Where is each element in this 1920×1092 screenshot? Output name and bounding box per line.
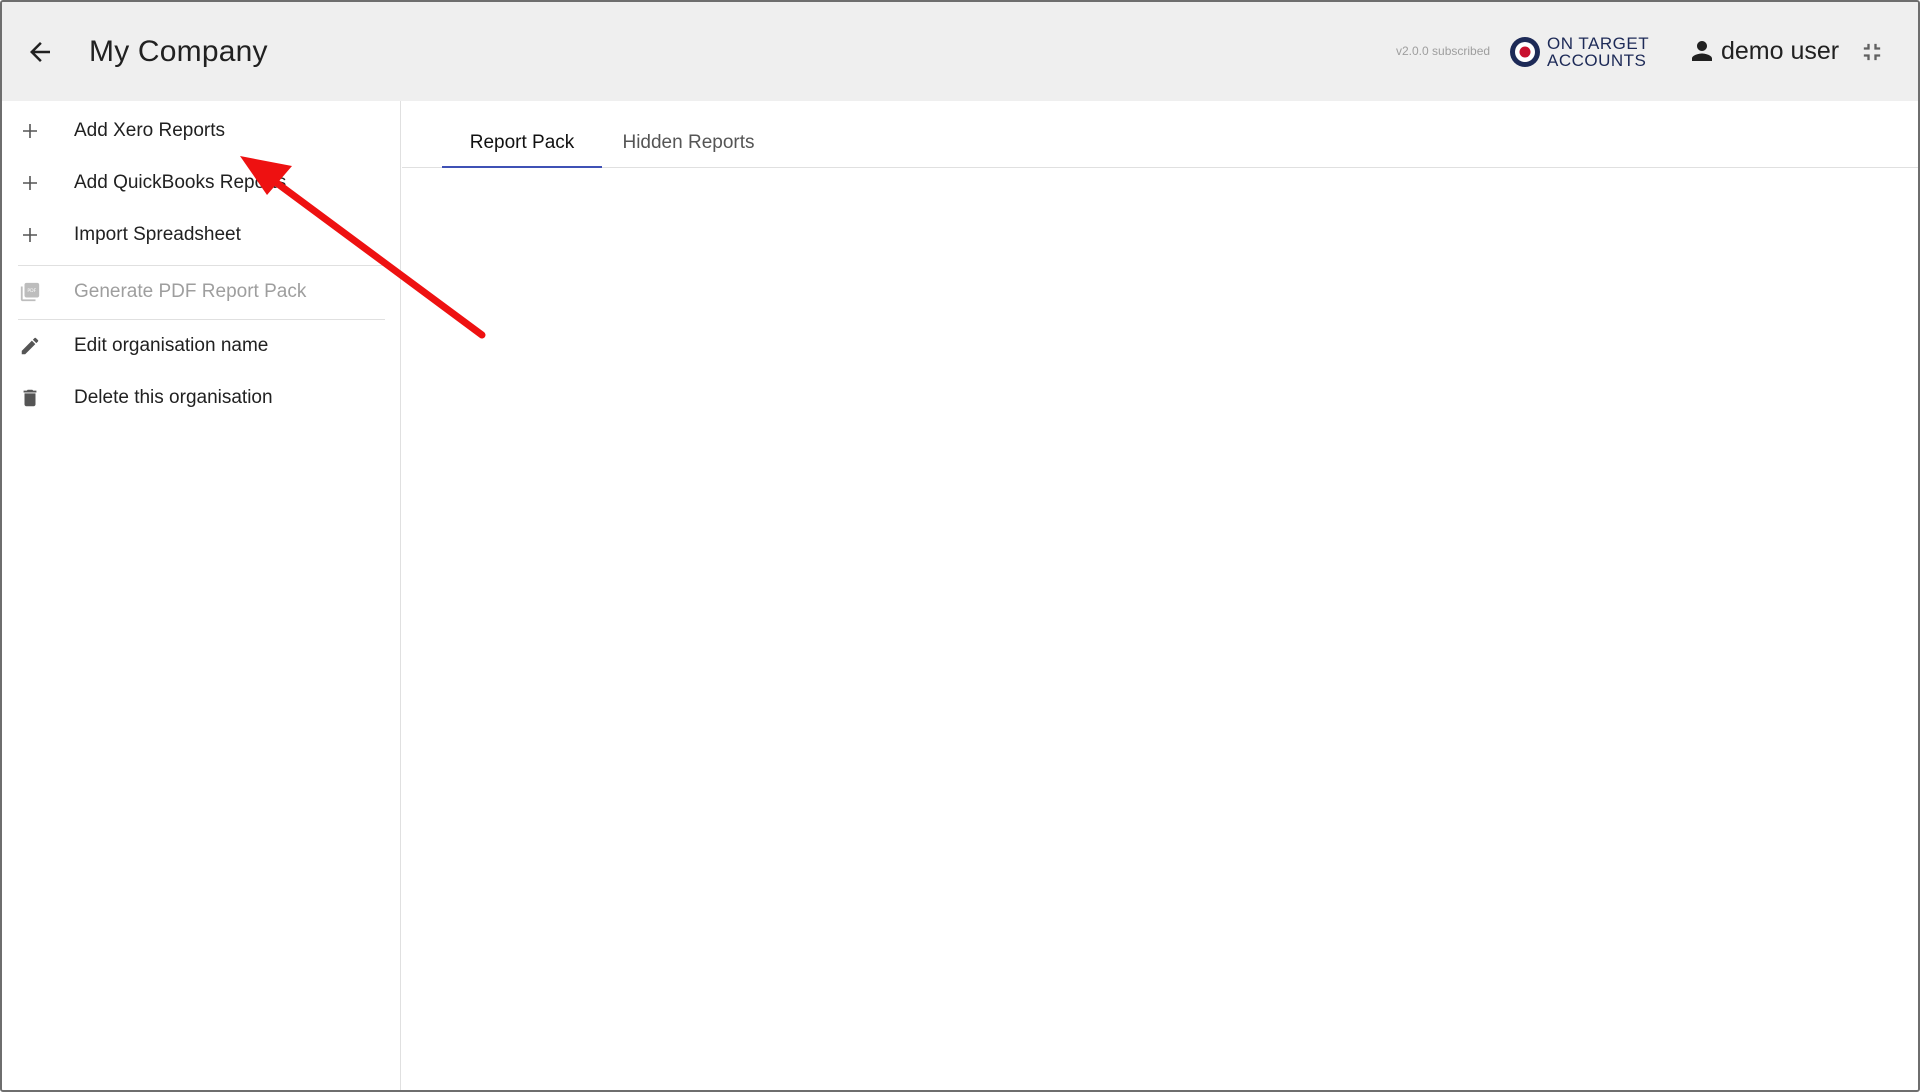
logo-line-1: ON TARGET <box>1547 34 1650 53</box>
main-content: Report Pack Hidden Reports <box>402 101 1918 1090</box>
plus-icon <box>18 119 42 143</box>
trash-icon <box>18 386 42 410</box>
tab-hidden-reports[interactable]: Hidden Reports <box>602 119 775 167</box>
user-menu[interactable]: demo user <box>1687 36 1839 66</box>
tab-report-pack[interactable]: Report Pack <box>442 119 602 168</box>
generate-pdf-report-pack-item: PDF Generate PDF Report Pack <box>2 266 401 318</box>
svg-text:PDF: PDF <box>27 288 36 294</box>
import-spreadsheet-item[interactable]: Import Spreadsheet <box>2 209 401 261</box>
target-roundel-icon <box>1510 37 1540 67</box>
app-window: My Company v2.0.0 subscribed ON TARGET A… <box>0 0 1920 1092</box>
add-quickbooks-reports-item[interactable]: Add QuickBooks Reports <box>2 157 401 209</box>
user-name: demo user <box>1721 36 1840 65</box>
plus-icon <box>18 171 42 195</box>
tab-bar: Report Pack Hidden Reports <box>402 101 1918 168</box>
edit-organisation-name-item[interactable]: Edit organisation name <box>2 320 401 372</box>
pdf-icon: PDF <box>18 280 42 304</box>
plus-icon <box>18 223 42 247</box>
fullscreen-exit-icon <box>1863 43 1881 61</box>
sidebar-item-label: Add QuickBooks Reports <box>74 172 287 193</box>
sidebar-item-label: Add Xero Reports <box>74 120 226 141</box>
arrow-left-icon <box>30 42 50 62</box>
sidebar-item-label: Edit organisation name <box>74 335 269 356</box>
pencil-icon <box>18 334 42 358</box>
back-button[interactable] <box>20 32 60 72</box>
page-title: My Company <box>89 35 268 68</box>
sidebar: Add Xero Reports Add QuickBooks Reports … <box>2 101 401 1090</box>
person-icon <box>1692 41 1712 61</box>
version-label: v2.0.0 subscribed <box>1396 44 1491 58</box>
sidebar-item-label: Import Spreadsheet <box>74 224 241 245</box>
sidebar-item-label: Delete this organisation <box>74 387 273 408</box>
logo-line-2: ACCOUNTS <box>1547 51 1647 70</box>
exit-fullscreen-button[interactable] <box>1858 38 1886 66</box>
delete-organisation-item[interactable]: Delete this organisation <box>2 372 401 424</box>
add-xero-reports-item[interactable]: Add Xero Reports <box>2 105 401 157</box>
on-target-accounts-logo: ON TARGET ACCOUNTS <box>1509 35 1649 69</box>
app-header: My Company v2.0.0 subscribed ON TARGET A… <box>2 2 1918 101</box>
logo-text: ON TARGET ACCOUNTS <box>1547 35 1649 69</box>
sidebar-item-label: Generate PDF Report Pack <box>74 281 307 302</box>
